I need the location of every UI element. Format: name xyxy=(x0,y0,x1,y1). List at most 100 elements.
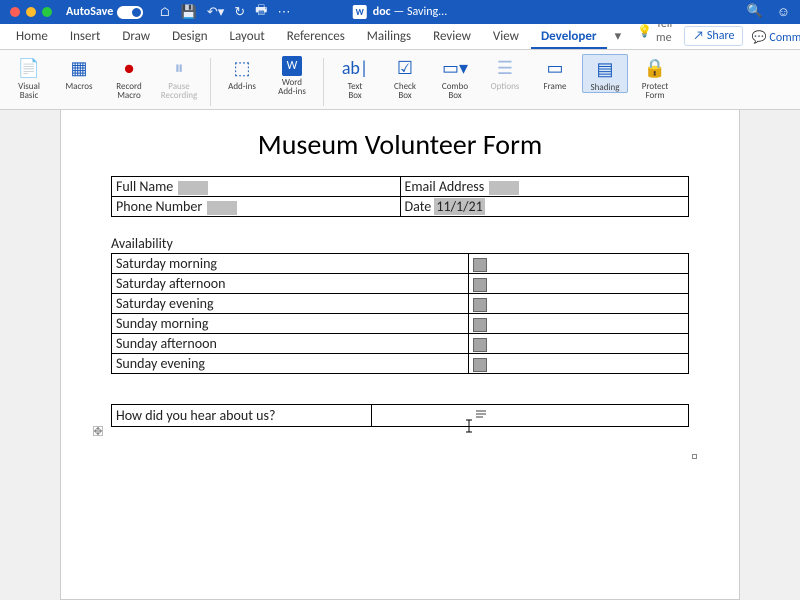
question-table: How did you hear about us? xyxy=(111,404,689,427)
frame-icon: ▭ xyxy=(541,56,569,80)
autosave-switch[interactable] xyxy=(117,6,143,19)
account-icon[interactable]: ☺ xyxy=(777,4,790,20)
tab-references[interactable]: References xyxy=(277,25,355,49)
qat-more-icon[interactable]: ⋯ xyxy=(277,5,290,20)
date-field[interactable]: 11/1/21 xyxy=(434,198,484,215)
phone-cell[interactable]: Phone Number xyxy=(112,197,401,217)
question-label-cell: How did you hear about us? xyxy=(112,405,372,427)
tab-mailings[interactable]: Mailings xyxy=(357,25,421,49)
minimize-window-button[interactable] xyxy=(26,7,36,17)
share-label: Share xyxy=(707,29,735,43)
save-icon[interactable]: 💾 xyxy=(181,5,197,20)
tab-design[interactable]: Design xyxy=(162,25,217,49)
frame-button[interactable]: ▭Frame xyxy=(532,54,578,91)
close-window-button[interactable] xyxy=(10,7,20,17)
word-app-icon: W xyxy=(353,5,367,19)
availability-table: Saturday morning Saturday afternoon Satu… xyxy=(111,253,689,374)
avail-row-cb[interactable] xyxy=(469,334,689,354)
avail-row-cb[interactable] xyxy=(469,274,689,294)
email-cell[interactable]: Email Address xyxy=(400,177,689,197)
checkbox-field[interactable] xyxy=(473,318,487,332)
combobox-icon: ▭▾ xyxy=(441,56,469,80)
avail-row-cb[interactable] xyxy=(469,314,689,334)
combo-box-button[interactable]: ▭▾ComboBox xyxy=(432,54,478,101)
print-icon[interactable]: 🖶 xyxy=(255,1,267,23)
undo-icon[interactable]: ↶▾ xyxy=(207,5,224,20)
checkbox-field[interactable] xyxy=(473,298,487,312)
ribbon-options-icon[interactable]: ▾ xyxy=(609,25,628,49)
comments-button[interactable]: 💬Comments xyxy=(745,30,800,49)
ribbon-developer: 📄VisualBasic ▦Macros ●RecordMacro ⏸Pause… xyxy=(0,50,800,110)
share-button[interactable]: ↗Share xyxy=(684,26,743,46)
text-box-button[interactable]: ab|TextBox xyxy=(332,54,378,101)
maximize-window-button[interactable] xyxy=(42,7,52,17)
doc-name: doc xyxy=(373,5,391,19)
quick-access-toolbar: ⌂ 💾 ↶▾ ↻ 🖶 ⋯ xyxy=(159,1,290,23)
phone-label: Phone Number xyxy=(116,198,202,215)
comment-icon: 💬 xyxy=(751,30,766,45)
pause-icon: ⏸ xyxy=(165,56,193,80)
visual-basic-icon: 📄 xyxy=(15,56,43,80)
addins-button[interactable]: ⬚Add-ins xyxy=(219,54,265,91)
contact-table: Full Name Email Address Phone Number Dat… xyxy=(111,176,689,217)
date-label: Date xyxy=(405,198,432,215)
avail-row-label: Saturday afternoon xyxy=(112,274,469,294)
ribbon-tabs: Home Insert Draw Design Layout Reference… xyxy=(0,24,800,50)
record-icon: ● xyxy=(115,56,143,80)
avail-row-label: Sunday evening xyxy=(112,354,469,374)
tab-review[interactable]: Review xyxy=(423,25,481,49)
checkbox-field[interactable] xyxy=(473,258,487,272)
word-addins-button[interactable]: WWordAdd-ins xyxy=(269,54,315,97)
date-cell[interactable]: Date 11/1/21 xyxy=(400,197,689,217)
tab-home[interactable]: Home xyxy=(6,25,58,49)
comments-label: Comments xyxy=(769,31,800,45)
shading-button[interactable]: ▤Shading xyxy=(582,54,628,93)
avail-row-label: Saturday morning xyxy=(112,254,469,274)
redo-icon[interactable]: ↻ xyxy=(234,5,245,20)
email-field[interactable] xyxy=(489,181,519,195)
email-label: Email Address xyxy=(405,178,485,195)
protect-form-button[interactable]: 🔒ProtectForm xyxy=(632,54,678,101)
checkbox-field[interactable] xyxy=(473,278,487,292)
avail-row-label: Sunday afternoon xyxy=(112,334,469,354)
search-icon[interactable]: 🔍 xyxy=(747,4,763,20)
availability-heading: Availability xyxy=(111,235,689,252)
tab-view[interactable]: View xyxy=(483,25,529,49)
page[interactable]: Museum Volunteer Form Full Name Email Ad… xyxy=(60,110,740,600)
checkbox-field[interactable] xyxy=(473,338,487,352)
options-icon: ☰ xyxy=(491,56,519,80)
checkbox-field[interactable] xyxy=(473,358,487,372)
checkbox-icon: ☑ xyxy=(391,56,419,80)
tab-layout[interactable]: Layout xyxy=(220,25,275,49)
visual-basic-button[interactable]: 📄VisualBasic xyxy=(6,54,52,101)
document-area[interactable]: Museum Volunteer Form Full Name Email Ad… xyxy=(0,110,800,600)
title-bar: AutoSave ⌂ 💾 ↶▾ ↻ 🖶 ⋯ W doc — Saving... … xyxy=(0,0,800,24)
avail-row-cb[interactable] xyxy=(469,354,689,374)
question-answer-cell[interactable] xyxy=(371,405,688,427)
tab-developer[interactable]: Developer xyxy=(531,25,607,49)
lock-icon: 🔒 xyxy=(641,56,669,80)
record-macro-button[interactable]: ●RecordMacro xyxy=(106,54,152,101)
home-icon[interactable]: ⌂ xyxy=(159,5,170,20)
macros-icon: ▦ xyxy=(65,56,93,80)
phone-field[interactable] xyxy=(207,201,237,215)
options-button: ☰Options xyxy=(482,54,528,91)
tab-draw[interactable]: Draw xyxy=(112,25,160,49)
text-cursor-icon xyxy=(466,418,486,436)
window-controls xyxy=(0,7,62,17)
pause-recording-button: ⏸PauseRecording xyxy=(156,54,202,101)
form-title: Museum Volunteer Form xyxy=(111,127,689,162)
check-box-button[interactable]: ☑CheckBox xyxy=(382,54,428,101)
full-name-field[interactable] xyxy=(178,181,208,195)
macros-button[interactable]: ▦Macros xyxy=(56,54,102,91)
table-anchor-icon[interactable]: ✥ xyxy=(93,426,103,436)
autosave-toggle[interactable]: AutoSave xyxy=(62,5,143,19)
avail-row-cb[interactable] xyxy=(469,254,689,274)
avail-row-cb[interactable] xyxy=(469,294,689,314)
full-name-cell[interactable]: Full Name xyxy=(112,177,401,197)
table-resize-handle[interactable] xyxy=(692,454,697,459)
bulb-icon: 💡 xyxy=(637,24,652,39)
tab-insert[interactable]: Insert xyxy=(60,25,111,49)
addins-icon: ⬚ xyxy=(228,56,256,80)
full-name-label: Full Name xyxy=(116,178,173,195)
